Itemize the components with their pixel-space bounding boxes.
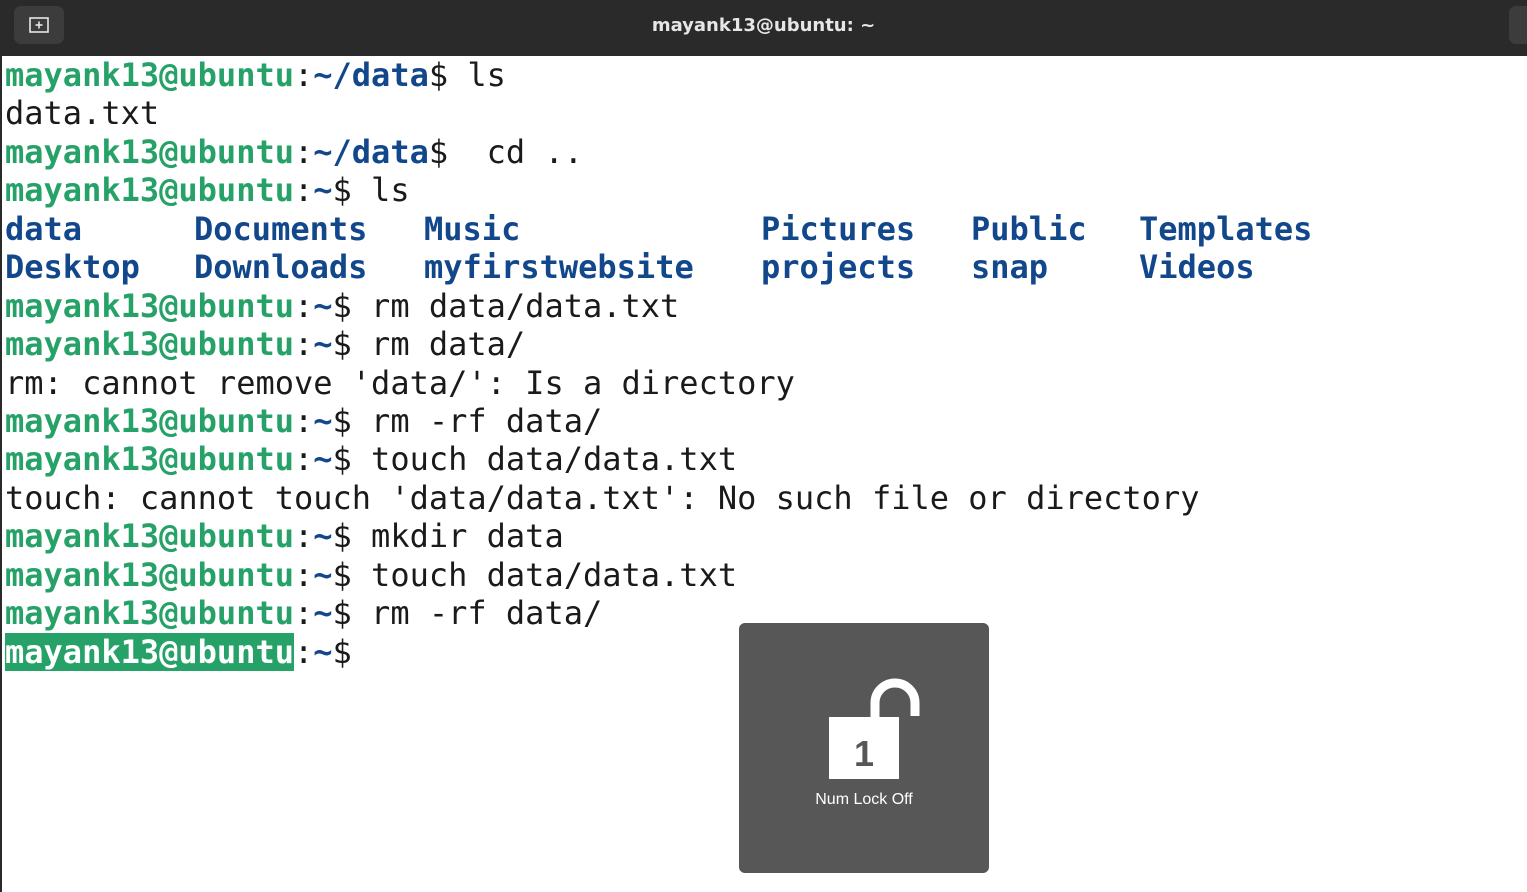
command-text: $ ls: [332, 171, 410, 210]
dir-entry: Documents: [194, 209, 368, 248]
command-text: $ rm data/: [332, 325, 526, 364]
prompt-path: ~: [313, 325, 333, 364]
terminal-line: mayank13@ubuntu:~$ rm data/data.txt: [5, 287, 1527, 325]
command-text: $ cd ..: [428, 132, 583, 171]
dir-entry: Music: [424, 209, 521, 248]
window-menu-button[interactable]: [1509, 6, 1527, 44]
terminal-line: mayank13@ubuntu:~$ mkdir data: [5, 517, 1527, 555]
prompt-separator: :: [293, 286, 314, 325]
terminal-window: mayank13@ubuntu: ~ mayank13@ubuntu:~/dat…: [0, 0, 1527, 892]
prompt-user: mayank13@ubuntu: [5, 171, 294, 210]
prompt-user: mayank13@ubuntu: [5, 132, 294, 171]
prompt-user: mayank13@ubuntu: [5, 401, 294, 440]
prompt-separator: :: [293, 171, 314, 210]
prompt-user-selected[interactable]: mayank13@ubuntu: [5, 632, 294, 671]
prompt-user: mayank13@ubuntu: [5, 286, 294, 325]
osd-digit: 1: [854, 733, 874, 774]
terminal-line: mayank13@ubuntu:~$ touch data/data.txt: [5, 556, 1527, 594]
prompt-path: ~: [313, 401, 333, 440]
command-text: $ rm data/data.txt: [332, 286, 680, 325]
prompt-user: mayank13@ubuntu: [5, 325, 294, 364]
terminal-line: mayank13@ubuntu:~$ rm data/: [5, 325, 1527, 363]
terminal-line: mayank13@ubuntu:~$ rm -rf data/: [5, 402, 1527, 440]
prompt-separator: :: [293, 632, 314, 671]
command-text: $ touch data/data.txt: [332, 440, 738, 479]
dir-entry: projects: [761, 248, 916, 287]
prompt-separator: :: [293, 132, 314, 171]
window-title: mayank13@ubuntu: ~: [651, 15, 876, 36]
prompt-user: mayank13@ubuntu: [5, 440, 294, 479]
prompt-separator: :: [293, 325, 314, 364]
dir-entry: Downloads: [194, 248, 368, 287]
prompt-user: mayank13@ubuntu: [5, 517, 294, 556]
prompt-user: mayank13@ubuntu: [5, 594, 294, 633]
dir-entry: Desktop: [5, 248, 140, 287]
terminal-line: mayank13@ubuntu:~/data$ cd ..: [5, 133, 1527, 171]
command-text: $ mkdir data: [332, 517, 564, 556]
error-line: rm: cannot remove 'data/': Is a director…: [5, 363, 795, 402]
prompt-path: ~/data: [313, 132, 429, 171]
output-line: data.txt: [5, 94, 160, 133]
terminal-line: mayank13@ubuntu:~$ ls: [5, 171, 1527, 209]
prompt-path: ~: [313, 555, 333, 594]
prompt-path: ~: [313, 632, 333, 671]
prompt-path: ~: [313, 517, 333, 556]
prompt-separator: :: [293, 440, 314, 479]
prompt-separator: :: [293, 517, 314, 556]
command-text: $: [332, 632, 352, 671]
prompt-separator: :: [293, 555, 314, 594]
osd-label: Num Lock Off: [815, 791, 913, 808]
prompt-path: ~: [313, 286, 333, 325]
terminal-line: mayank13@ubuntu:~/data$ ls: [5, 56, 1527, 94]
dir-entry: data: [5, 209, 83, 248]
command-text: $ ls: [428, 56, 506, 94]
numlock-osd: 1 Num Lock Off: [739, 623, 989, 873]
prompt-user: mayank13@ubuntu: [5, 555, 294, 594]
error-line: touch: cannot touch 'data/data.txt': No …: [5, 478, 1200, 517]
dir-entry: snap: [971, 248, 1049, 287]
dir-entry: Pictures: [761, 209, 916, 248]
prompt-user: mayank13@ubuntu: [5, 56, 294, 94]
command-text: $ rm -rf data/: [332, 594, 603, 633]
prompt-path: ~/data: [313, 56, 429, 94]
prompt-path: ~: [313, 171, 333, 210]
prompt-path: ~: [313, 594, 333, 633]
dir-entry: Public: [971, 209, 1087, 248]
ls-listing: data Documents Music Pictures Public Tem…: [5, 210, 1527, 287]
terminal-line: mayank13@ubuntu:~$ touch data/data.txt: [5, 440, 1527, 478]
prompt-separator: :: [293, 56, 314, 94]
command-text: $ touch data/data.txt: [332, 555, 738, 594]
prompt-path: ~: [313, 440, 333, 479]
command-text: $ rm -rf data/: [332, 401, 603, 440]
dir-entry: myfirstwebsite: [424, 248, 694, 287]
padlock-unlocked-icon: 1: [829, 678, 920, 779]
prompt-separator: :: [293, 594, 314, 633]
dir-entry: Templates: [1139, 209, 1313, 248]
window-border: [0, 56, 2, 892]
title-bar: mayank13@ubuntu: ~: [0, 0, 1527, 56]
dir-entry: Videos: [1139, 248, 1255, 287]
prompt-separator: :: [293, 401, 314, 440]
